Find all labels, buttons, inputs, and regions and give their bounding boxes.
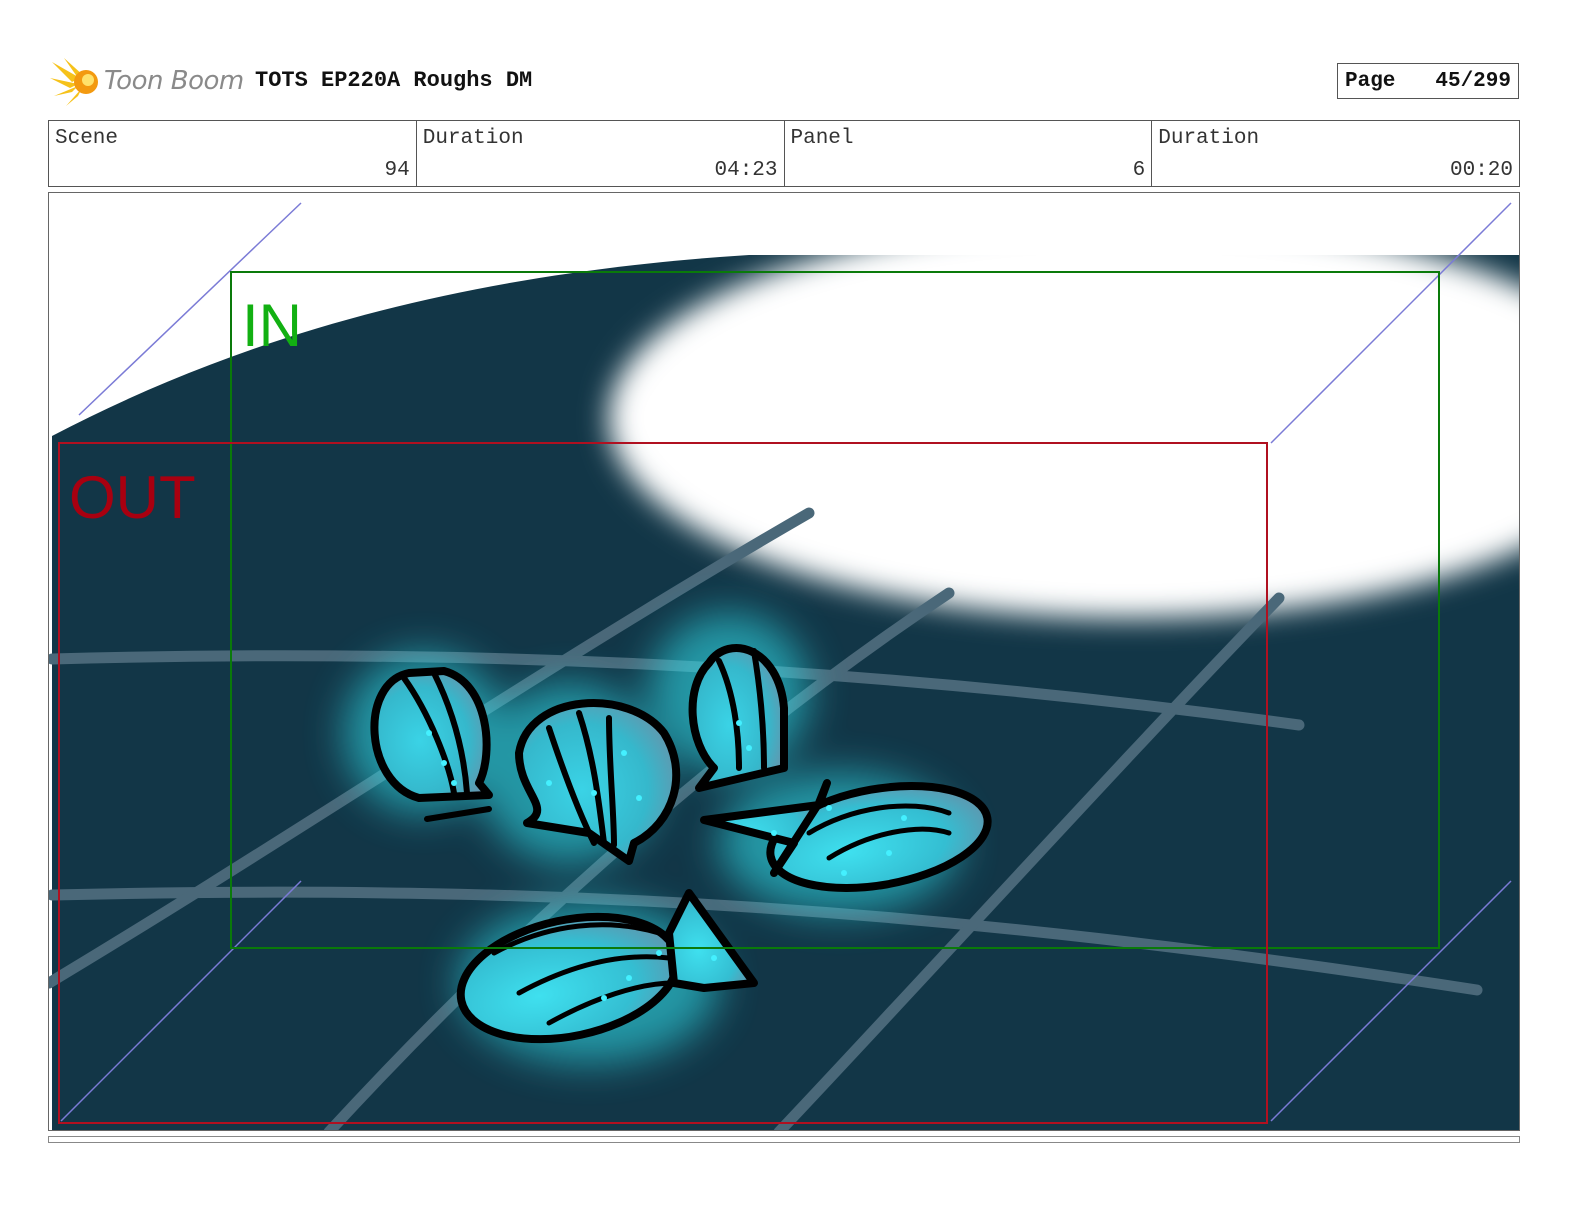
panel-duration-cell: Duration 00:20 [1151,121,1519,186]
panel-value: 6 [1132,159,1146,182]
document-title: TOTS EP220A Roughs DM [255,68,533,93]
panel-drawing: IN OUT [49,193,1519,1130]
scene-duration-cell: Duration 04:23 [415,121,784,186]
storyboard-header: Toon Boom TOTS EP220A Roughs DM Page 45/… [50,56,1540,106]
panel-duration-value: 00:20 [1449,159,1513,182]
panel-duration-label: Duration [1158,127,1260,150]
page-number: 45/299 [1435,69,1511,93]
in-frame-label: IN [242,292,302,359]
scene-cell: Scene 94 [49,121,416,186]
scene-label: Scene [55,127,119,150]
scene-duration-value: 04:23 [714,159,778,182]
toon-boom-logo: Toon Boom [50,56,244,108]
storyboard-panel: IN OUT [48,192,1520,1131]
toon-boom-logo-icon [50,58,98,106]
scene-duration-label: Duration [422,127,524,150]
page-label: Page [1345,69,1396,93]
scene-info-table: Scene 94 Duration 04:23 Panel 6 Duration… [48,120,1520,187]
scene-value: 94 [384,159,410,182]
panel-caption-bar [48,1136,1520,1143]
panel-cell: Panel 6 [783,121,1152,186]
page-indicator: Page 45/299 [1337,63,1519,99]
out-frame-label: OUT [69,464,196,531]
logo-text: Toon Boom [104,66,244,96]
panel-label: Panel [790,127,854,150]
